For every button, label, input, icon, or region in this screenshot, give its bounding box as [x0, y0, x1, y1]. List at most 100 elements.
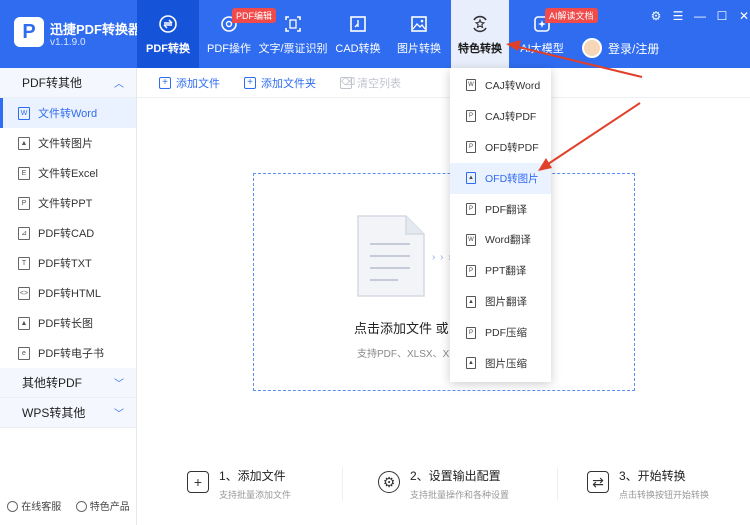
menu-item-label: 图片翻译 [485, 296, 527, 309]
section-pdf-to-other[interactable]: PDF转其他 ︿ [0, 68, 136, 98]
grid-icon [75, 501, 87, 512]
step-title: 2、设置输出配置 [410, 469, 501, 483]
products-label: 特色产品 [89, 502, 130, 513]
divider [342, 467, 343, 501]
menu-item-caj-to-word[interactable]: W CAJ转Word [450, 70, 551, 101]
tab-pdf-convert[interactable]: PDF转换 [137, 0, 199, 68]
minimize-button[interactable]: — [689, 6, 711, 26]
convert-step-icon: ⇄ [587, 471, 609, 493]
add-folder-button[interactable]: + 添加文件夹 [244, 75, 316, 91]
word-file-icon: W [466, 233, 476, 246]
document-icon [354, 214, 426, 301]
tab-label: 特色转换 [458, 43, 502, 55]
menu-icon[interactable]: ☰ [667, 6, 689, 26]
ebook-file-icon: e [18, 346, 30, 360]
tab-special-convert[interactable]: 特色转换 [451, 0, 509, 68]
menu-item-image-compress[interactable]: ▲ 图片压缩 [450, 348, 551, 379]
sidebar-item-label: PDF转长图 [38, 318, 93, 330]
tab-label: AI大模型 [520, 43, 564, 55]
add-file-button[interactable]: + 添加文件 [159, 75, 220, 91]
tab-cad[interactable]: CAD转换 [333, 0, 383, 68]
image-file-icon: ▲ [466, 357, 476, 370]
tab-label: 文字/票证识别 [258, 43, 328, 55]
pdf-file-icon: P [466, 110, 476, 123]
menu-item-label: 图片压缩 [485, 357, 527, 370]
add-folder-label: 添加文件夹 [261, 77, 316, 90]
logo-glyph: P [22, 20, 36, 43]
menu-item-label: CAJ转Word [485, 79, 541, 92]
file-drop-zone[interactable]: › › › 点击添加文件 或 拖 支持PDF、XLSX、XLS [253, 173, 635, 391]
html-file-icon: <> [18, 286, 30, 300]
special-convert-menu: W CAJ转Word P CAJ转PDF P OFD转PDF ▲ OFD转图片 P PDF… [450, 68, 551, 382]
top-bar: P 迅捷PDF转换器 v1.1.9.0 PDF转换 PDF操作 PDF编辑 文字… [0, 0, 750, 68]
long-image-icon: ▲ [18, 316, 30, 330]
convert-icon [158, 14, 178, 34]
app-version: v1.1.9.0 [50, 37, 86, 48]
ppt-file-icon: P [466, 264, 476, 277]
sidebar-item-label: 文件转图片 [38, 138, 93, 150]
close-button[interactable]: ✕ [733, 6, 750, 26]
section-wps-to-other[interactable]: WPS转其他 ﹀ [0, 398, 136, 428]
txt-file-icon: T [18, 256, 30, 270]
maximize-button[interactable]: ☐ [711, 6, 733, 26]
sidebar-item-file-to-image[interactable]: ▲ 文件转图片 [0, 128, 136, 158]
drop-title: 点击添加文件 或 拖 [354, 321, 466, 336]
menu-item-image-translate[interactable]: ▲ 图片翻译 [450, 286, 551, 317]
menu-item-label: CAJ转PDF [485, 110, 537, 123]
plus-icon: + [159, 76, 171, 89]
menu-item-label: Word翻译 [485, 234, 531, 247]
star-convert-icon [470, 14, 490, 34]
section-other-to-pdf[interactable]: 其他转PDF ﹀ [0, 368, 136, 398]
menu-item-pdf-translate[interactable]: P PDF翻译 [450, 194, 551, 225]
tab-image-convert[interactable]: 图片转换 [393, 0, 445, 68]
online-service-link[interactable]: 在线客服 [7, 498, 61, 513]
login-button[interactable]: 登录/注册 [582, 38, 659, 58]
featured-products-link[interactable]: 特色产品 [75, 498, 130, 513]
sidebar-item-label: PDF转电子书 [38, 348, 104, 360]
clear-list-button[interactable]: ⌫ 清空列表 [340, 75, 401, 91]
drop-subtitle: 支持PDF、XLSX、XLS [357, 349, 462, 360]
chevron-down-icon: ﹀ [114, 379, 124, 390]
annotation-arrow-to-menu-item [538, 102, 641, 171]
sidebar-item-file-to-word[interactable]: W 文件转Word [0, 98, 136, 128]
sidebar-item-pdf-to-long-image[interactable]: ▲ PDF转长图 [0, 308, 136, 338]
sidebar: PDF转其他 ︿ W 文件转Word ▲ 文件转图片 E 文件转Excel P 文件转P… [0, 68, 137, 525]
sidebar-item-pdf-to-html[interactable]: <> PDF转HTML [0, 278, 136, 308]
menu-item-caj-to-pdf[interactable]: P CAJ转PDF [450, 101, 551, 132]
image-file-icon: ▲ [18, 136, 30, 150]
tab-ocr[interactable]: 文字/票证识别 [258, 0, 328, 68]
section-label: WPS转其他 [22, 406, 86, 420]
folder-plus-icon: + [244, 76, 256, 89]
app-logo: P [14, 17, 44, 47]
sidebar-item-pdf-to-txt[interactable]: T PDF转TXT [0, 248, 136, 278]
sidebar-item-pdf-to-cad[interactable]: ⊿ PDF转CAD [0, 218, 136, 248]
step-start-convert: ⇄ 3、开始转换 点击转换按钮开始转换 [587, 467, 709, 501]
ai-doc-badge: AI解读文档 [545, 8, 598, 23]
settings-icon[interactable]: ⚙ [645, 6, 667, 26]
menu-item-pdf-compress[interactable]: P PDF压缩 [450, 317, 551, 348]
window-controls: ⚙ ☰ — ☐ ✕ [645, 6, 750, 26]
menu-item-ofd-to-pdf[interactable]: P OFD转PDF [450, 132, 551, 163]
step-subtitle: 支持批量操作和各种设置 [410, 490, 510, 500]
tab-label: CAD转换 [335, 43, 381, 55]
pdf-file-icon: P [466, 141, 476, 154]
menu-item-ppt-translate[interactable]: P PPT翻译 [450, 255, 551, 286]
sidebar-item-file-to-ppt[interactable]: P 文件转PPT [0, 188, 136, 218]
add-file-step-icon: + [187, 471, 209, 493]
chevron-down-icon: ﹀ [114, 409, 124, 420]
menu-item-label: PPT翻译 [485, 265, 527, 278]
add-file-label: 添加文件 [176, 77, 220, 90]
sidebar-item-pdf-to-ebook[interactable]: e PDF转电子书 [0, 338, 136, 368]
menu-item-word-translate[interactable]: W Word翻译 [450, 224, 551, 255]
word-file-icon: W [466, 79, 476, 92]
app-name: 迅捷PDF转换器 [50, 22, 142, 37]
step-output-settings: ⚙ 2、设置输出配置 支持批量操作和各种设置 [378, 467, 509, 501]
step-title: 1、添加文件 [219, 469, 286, 483]
trash-icon: ⌫ [340, 76, 356, 89]
word-file-icon: W [18, 106, 30, 120]
sidebar-item-file-to-excel[interactable]: E 文件转Excel [0, 158, 136, 188]
menu-item-label: OFD转图片 [485, 172, 539, 185]
tab-label: PDF操作 [207, 43, 251, 55]
menu-item-ofd-to-image[interactable]: ▲ OFD转图片 [450, 162, 551, 194]
tab-label: PDF转换 [146, 43, 190, 55]
